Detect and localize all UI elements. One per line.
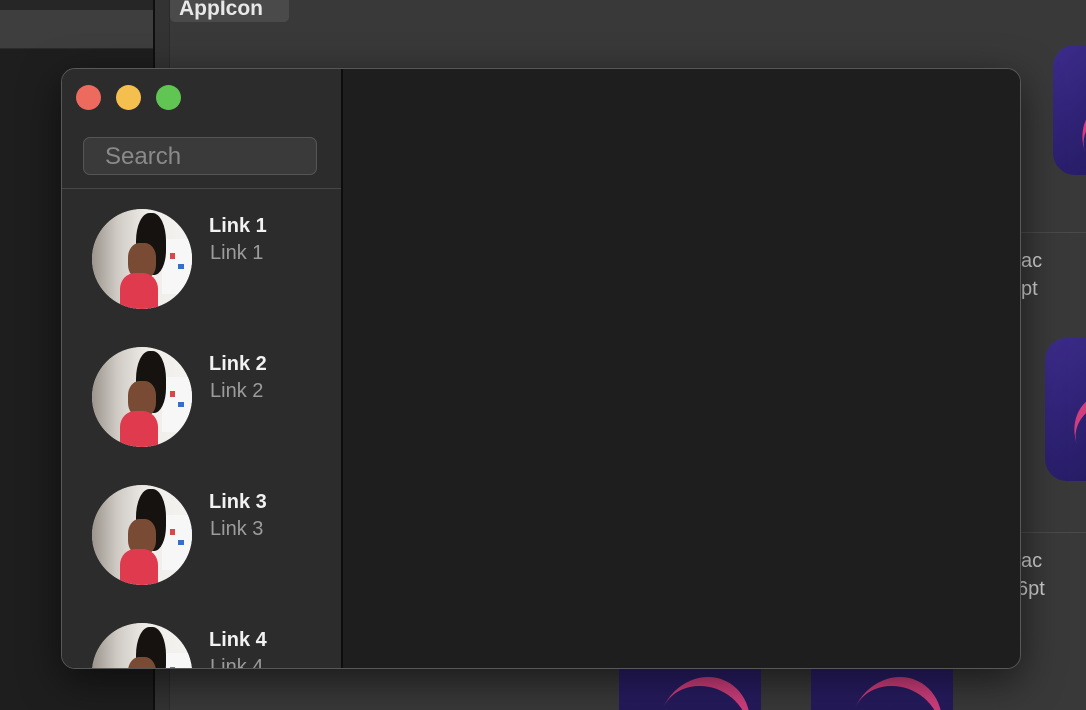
list-item-title: Link 4 <box>209 629 267 651</box>
list-item-subtitle: Link 4 <box>210 656 264 668</box>
avatar <box>92 209 192 309</box>
navigator-filter-bar[interactable] <box>0 10 153 49</box>
minimize-button[interactable] <box>116 85 141 110</box>
app-icon-slot[interactable] <box>1053 45 1086 175</box>
list-item-title: Link 3 <box>209 491 267 513</box>
asset-set-title[interactable]: AppIcon <box>170 0 289 22</box>
list-item[interactable]: Link 2 Link 2 <box>62 327 341 465</box>
list-item-subtitle: Link 1 <box>210 242 264 264</box>
avatar <box>92 347 192 447</box>
navigator-toolbar <box>0 0 153 10</box>
icon-size-label-line: ac <box>1021 550 1043 572</box>
list-item-title: Link 1 <box>209 215 267 237</box>
list-item[interactable]: Link 3 Link 3 <box>62 465 341 603</box>
list-item[interactable]: Link 1 Link 1 <box>62 189 341 327</box>
icon-size-label: ac pt <box>1021 247 1042 303</box>
detail-pane <box>343 69 1020 668</box>
zoom-button[interactable] <box>156 85 181 110</box>
search-input[interactable]: Search <box>83 137 317 175</box>
avatar <box>92 623 192 668</box>
app-icon-slot[interactable] <box>619 668 761 710</box>
list-item-subtitle: Link 2 <box>210 380 264 402</box>
sidebar: Search Link 1 Link 1 Link 2 Link 2 Link … <box>62 69 343 668</box>
icon-size-label-line: ac <box>1021 250 1043 272</box>
app-window: Search Link 1 Link 1 Link 2 Link 2 Link … <box>61 68 1021 669</box>
list-item[interactable]: Link 4 Link 4 <box>62 603 341 668</box>
list-item-title: Link 2 <box>209 353 267 375</box>
app-icon-slot[interactable] <box>1045 338 1086 481</box>
avatar <box>92 485 192 585</box>
app-icon-slot[interactable] <box>811 668 953 710</box>
link-list[interactable]: Link 1 Link 1 Link 2 Link 2 Link 3 Link … <box>62 189 341 668</box>
icon-size-label-line: 6pt <box>1017 578 1045 600</box>
list-item-subtitle: Link 3 <box>210 518 264 540</box>
icon-size-label: ac 6pt <box>1017 547 1045 603</box>
icon-size-label-line: pt <box>1021 278 1038 300</box>
close-button[interactable] <box>76 85 101 110</box>
